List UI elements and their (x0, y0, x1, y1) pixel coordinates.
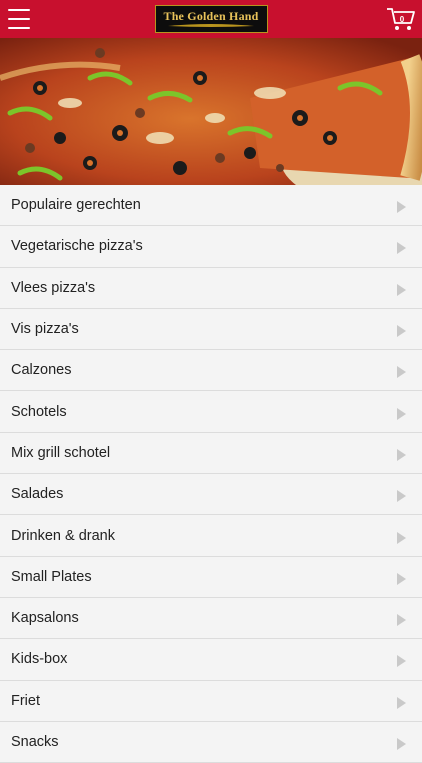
menu-item-label: Mix grill schotel (11, 444, 111, 461)
menu-item-label: Snacks (11, 734, 59, 750)
menu-item-friet[interactable]: Friet (0, 680, 422, 722)
chevron-right-icon (397, 448, 406, 461)
pizza-banner-image (0, 38, 422, 185)
menu-item-label: Vlees pizza's (11, 279, 96, 296)
menu-item-label: Friet (11, 692, 40, 709)
menu-item-calzones[interactable]: Calzones (0, 350, 422, 392)
chevron-right-icon (397, 325, 406, 338)
menu-item-vis-pizzas[interactable]: Vis pizza's (0, 308, 422, 351)
chevron-right-icon (397, 283, 406, 296)
category-list: Populaire gerechten Vegetarische pizza's… (0, 185, 422, 763)
chevron-right-icon (397, 738, 406, 750)
chevron-right-icon (397, 531, 406, 544)
menu-item-label: Salades (11, 486, 64, 503)
menu-item-label: Drinken & drank (11, 527, 115, 544)
shopping-cart-icon[interactable]: 0 (386, 5, 416, 33)
menu-item-vegetarische-pizzas[interactable]: Vegetarische pizza's (0, 226, 422, 268)
chevron-right-icon (397, 366, 406, 379)
menu-item-label: Calzones (11, 362, 72, 379)
menu-item-small-plates[interactable]: Small Plates (0, 556, 422, 598)
menu-item-schotels[interactable]: Schotels (0, 391, 422, 433)
chevron-right-icon (397, 407, 406, 420)
hamburger-menu-icon[interactable] (8, 9, 30, 29)
top-bar: The Golden Hand 0 (0, 0, 422, 38)
chevron-right-icon (397, 655, 406, 668)
logo-swoosh-icon (168, 23, 254, 27)
logo-text: The Golden Hand (163, 8, 259, 23)
menu-item-mix-grill-schotel[interactable]: Mix grill schotel (0, 432, 422, 475)
cart-count-badge: 0 (399, 15, 405, 24)
menu-item-label: Schotels (11, 403, 67, 420)
menu-item-label: Vis pizza's (11, 321, 79, 338)
chevron-right-icon (397, 572, 406, 585)
menu-item-drinken-drank[interactable]: Drinken & drank (0, 515, 422, 557)
chevron-right-icon (397, 242, 406, 255)
menu-item-kids-box[interactable]: Kids-box (0, 639, 422, 681)
chevron-right-icon (397, 696, 406, 709)
menu-item-snacks[interactable]: Snacks (0, 721, 422, 763)
menu-item-vlees-pizzas[interactable]: Vlees pizza's (0, 267, 422, 309)
menu-item-kapsalons[interactable]: Kapsalons (0, 597, 422, 640)
menu-item-populaire-gerechten[interactable]: Populaire gerechten (0, 185, 422, 227)
menu-item-label: Small Plates (11, 568, 92, 585)
chevron-right-icon (397, 614, 406, 627)
menu-item-label: Kapsalons (11, 610, 79, 627)
chevron-right-icon (397, 201, 406, 214)
menu-item-label: Populaire gerechten (11, 197, 141, 214)
menu-item-label: Vegetarische pizza's (11, 238, 143, 255)
chevron-right-icon (397, 490, 406, 503)
logo[interactable]: The Golden Hand (154, 5, 268, 33)
menu-item-label: Kids-box (11, 651, 68, 668)
menu-item-salades[interactable]: Salades (0, 474, 422, 516)
